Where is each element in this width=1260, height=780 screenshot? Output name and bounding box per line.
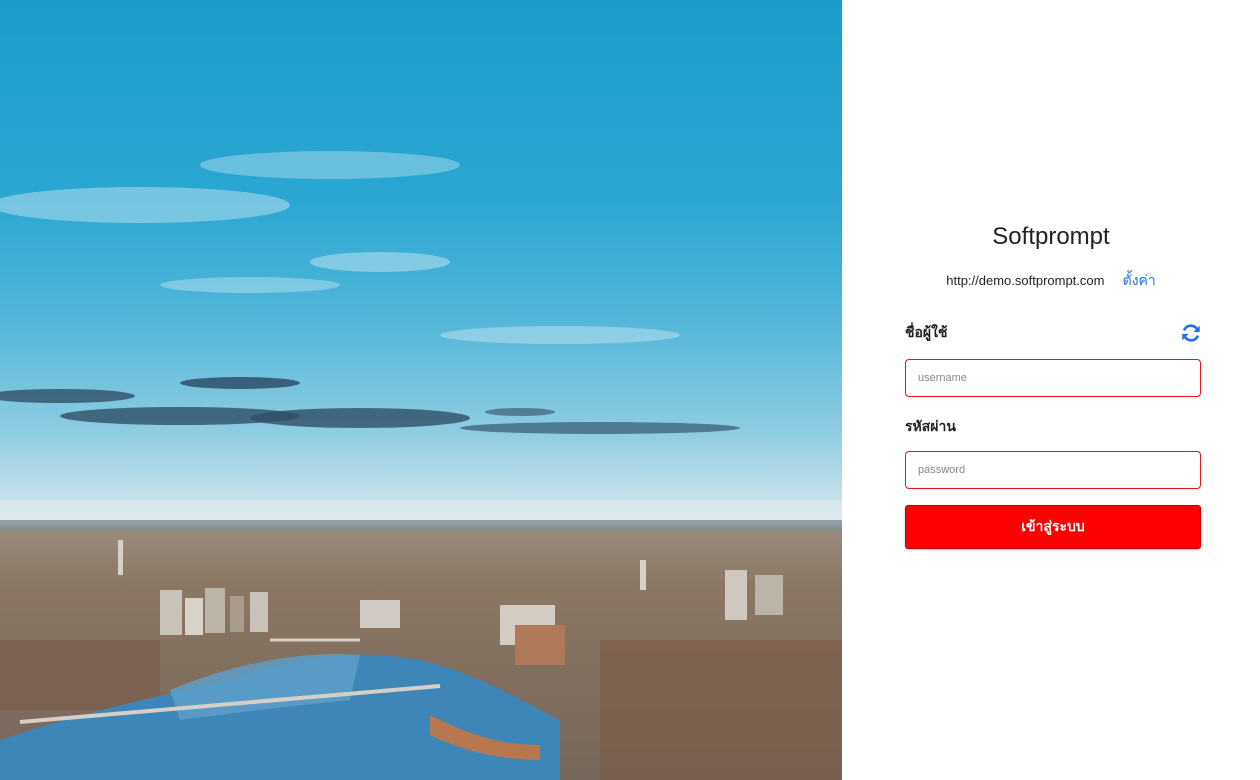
password-label: รหัสผ่าน — [905, 419, 956, 435]
refresh-icon[interactable] — [1180, 322, 1202, 344]
cityscape-illustration — [0, 151, 842, 780]
settings-link[interactable]: ตั้งค่า — [1123, 273, 1156, 289]
username-label: ชื่อผู้ใช้ — [905, 325, 948, 341]
brand-title: Softprompt — [992, 223, 1110, 250]
password-input[interactable] — [905, 451, 1201, 489]
hero-cityscape-image — [0, 0, 842, 780]
username-input[interactable] — [905, 359, 1201, 397]
login-button[interactable]: เข้าสู่ระบบ — [905, 505, 1201, 549]
login-panel: Softprompt http://demo.softprompt.com ตั… — [842, 0, 1260, 780]
server-row: http://demo.softprompt.com ตั้งค่า — [842, 270, 1260, 293]
server-url: http://demo.softprompt.com — [946, 273, 1105, 288]
